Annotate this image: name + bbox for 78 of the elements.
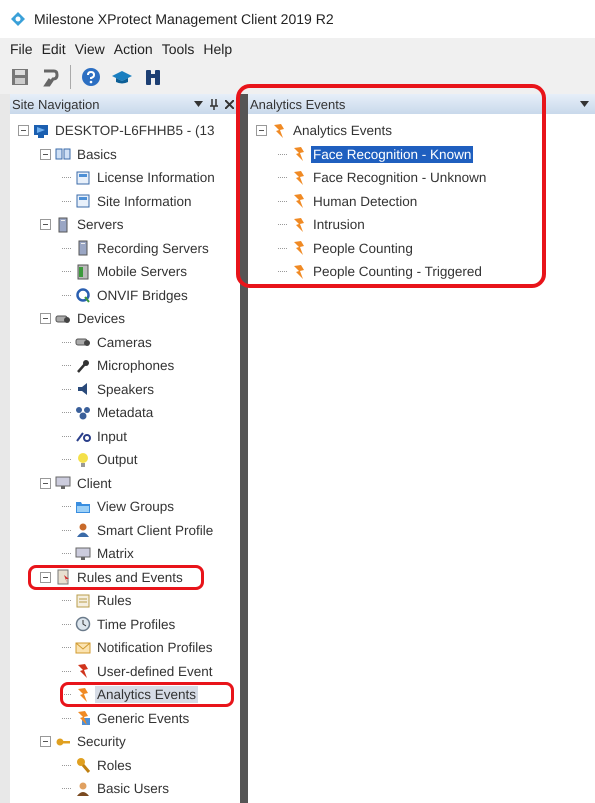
collapse-toggle[interactable]	[40, 736, 51, 748]
tree-item[interactable]: User-defined Event	[95, 662, 215, 680]
bulb-icon	[75, 452, 91, 468]
tree-item[interactable]: Intrusion	[311, 216, 367, 234]
server-icon	[75, 264, 91, 280]
tree-item[interactable]: Human Detection	[311, 192, 420, 210]
tree-item[interactable]: Site Information	[95, 192, 194, 210]
tree-item[interactable]: Notification Profiles	[95, 639, 215, 656]
save-icon[interactable]	[10, 67, 30, 87]
collapse-toggle[interactable]	[40, 572, 51, 583]
ring-icon	[75, 287, 91, 304]
tree-item[interactable]: View Groups	[95, 498, 176, 516]
collapse-toggle[interactable]	[40, 148, 51, 160]
dropdown-caret-icon[interactable]	[580, 101, 589, 107]
document-icon	[75, 170, 91, 186]
tree-item[interactable]: Rules	[95, 592, 134, 610]
tree-item[interactable]: Microphones	[95, 357, 176, 374]
tree-item[interactable]: Mobile Servers	[95, 263, 190, 280]
book-icon	[55, 146, 71, 162]
cluster-icon	[75, 404, 91, 421]
tree-item[interactable]: Security	[75, 733, 128, 750]
computer-icon	[33, 122, 49, 139]
tree-item[interactable]: Face Recognition - Unknown	[311, 169, 488, 186]
tree-item[interactable]: Input	[95, 428, 130, 445]
monitor-icon	[75, 546, 91, 562]
app-logo-icon	[10, 11, 26, 27]
menu-item[interactable]: File	[10, 41, 33, 57]
collapse-toggle[interactable]	[40, 478, 51, 489]
tree-item[interactable]: Metadata	[95, 404, 156, 422]
panel-title: Analytics Events	[250, 96, 346, 112]
rules-icon	[55, 569, 71, 586]
collapse-toggle[interactable]	[40, 219, 51, 230]
menu-item[interactable]: Action	[114, 41, 153, 57]
user-icon	[75, 780, 91, 797]
collapse-toggle[interactable]	[256, 125, 267, 136]
tree-item[interactable]: Basic Users	[95, 780, 172, 798]
tree-item[interactable]: Roles	[95, 756, 134, 774]
tree-item[interactable]: DESKTOP-L6FHHB5 - (13	[53, 122, 217, 140]
tree-item[interactable]: Analytics Events	[291, 122, 394, 140]
tree-item[interactable]: Client	[75, 474, 114, 492]
tree-item[interactable]: Matrix	[95, 545, 136, 562]
panel-title: Site Navigation	[12, 96, 100, 112]
collapse-toggle[interactable]	[40, 313, 51, 324]
tree-item[interactable]: Time Profiles	[95, 616, 178, 633]
tree-item[interactable]: People Counting	[311, 240, 415, 257]
menu-item[interactable]: Edit	[42, 41, 66, 57]
tree-item[interactable]: Analytics Events	[95, 686, 198, 704]
help-icon[interactable]	[81, 67, 101, 87]
window-title: Milestone XProtect Management Client 2019 R2	[34, 11, 334, 27]
envelope-icon	[75, 640, 91, 656]
tree-item[interactable]: People Counting - Triggered	[311, 263, 484, 280]
tree-item[interactable]: Recording Servers	[95, 240, 211, 257]
clock-icon	[75, 616, 91, 632]
close-icon[interactable]	[225, 100, 234, 108]
dropdown-caret-icon[interactable]	[194, 101, 203, 107]
microphone-icon	[75, 358, 91, 374]
tree-item[interactable]: License Information	[95, 169, 217, 186]
tree-item[interactable]: Smart Client Profile	[95, 522, 216, 539]
pin-icon[interactable]	[210, 98, 218, 110]
tree-item[interactable]: Speakers	[95, 380, 156, 398]
menu-item[interactable]: Tools	[162, 41, 194, 57]
tree-item[interactable]: Rules and Events	[75, 568, 185, 586]
document-icon	[75, 193, 91, 210]
menu-item[interactable]: Help	[203, 41, 232, 57]
person-icon	[75, 522, 91, 538]
monitor-icon	[55, 475, 71, 492]
tree-item[interactable]: ONVIF Bridges	[95, 286, 190, 304]
list-icon	[75, 592, 91, 609]
tree-item[interactable]: Basics	[75, 146, 119, 163]
menu-item[interactable]: View	[74, 41, 105, 57]
tree-item[interactable]: Servers	[75, 216, 126, 234]
tree-item[interactable]: Cameras	[95, 334, 154, 351]
tree-item[interactable]: Output	[95, 451, 140, 468]
tree-item[interactable]: Generic Events	[95, 710, 192, 727]
tree-item[interactable]: Face Recognition - Known	[311, 146, 474, 163]
collapse-toggle[interactable]	[18, 125, 29, 136]
tree-item[interactable]: Devices	[75, 310, 128, 328]
key-icon	[75, 757, 91, 774]
